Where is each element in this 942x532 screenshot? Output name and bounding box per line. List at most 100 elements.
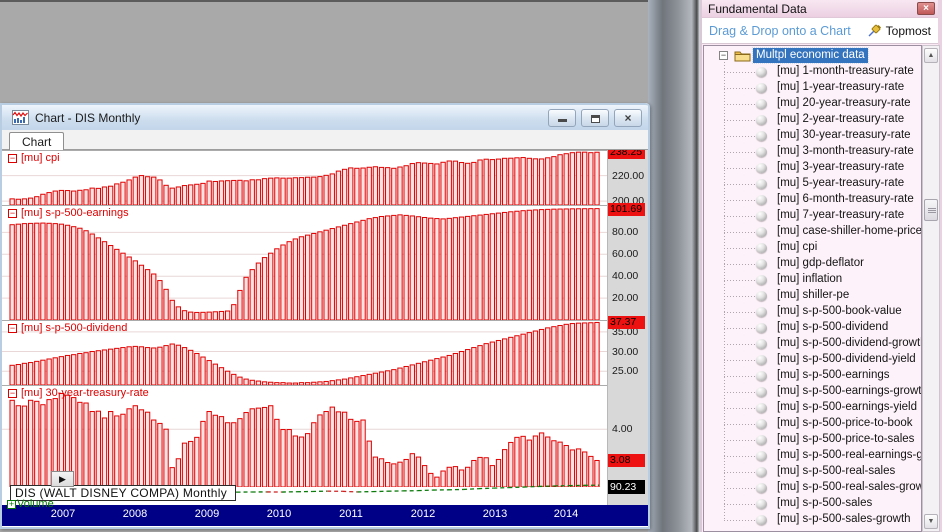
bar xyxy=(514,335,520,385)
topmost-button[interactable]: Topmost xyxy=(867,24,931,38)
scroll-thumb[interactable] xyxy=(924,199,938,221)
restore-button[interactable] xyxy=(581,109,609,127)
chart-window-title: Chart - DIS Monthly xyxy=(35,110,141,125)
bar xyxy=(305,234,311,320)
list-item[interactable]: [mu] s-p-500-sales-growth xyxy=(704,512,921,528)
list-item[interactable]: [mu] 3-month-treasury-rate xyxy=(704,144,921,160)
bar xyxy=(268,405,274,487)
bar xyxy=(588,208,594,320)
list-item-label: [mu] 3-year-treasury-rate xyxy=(777,161,905,173)
bar xyxy=(538,432,545,487)
axis-tick-label: 30.00 xyxy=(612,345,639,358)
close-button[interactable]: × xyxy=(614,109,642,127)
bar xyxy=(421,162,428,205)
list-item[interactable]: [mu] 20-year-treasury-rate xyxy=(704,96,921,112)
data-series-icon xyxy=(756,227,767,237)
list-item[interactable]: [mu] case-shiller-home-price-index xyxy=(704,224,921,240)
list-item[interactable]: [mu] shiller-pe xyxy=(704,288,921,304)
bar xyxy=(224,370,231,385)
tree-branch xyxy=(724,248,756,249)
bar xyxy=(95,410,102,487)
bar xyxy=(101,417,108,487)
list-item[interactable]: [mu] 1-month-treasury-rate xyxy=(704,64,921,80)
list-item[interactable]: [mu] 5-year-treasury-rate xyxy=(704,176,921,192)
expand-icon[interactable]: + xyxy=(7,499,16,509)
last-value-tag: 238.25 xyxy=(608,150,645,160)
list-item[interactable]: [mu] 7-year-treasury-rate xyxy=(704,208,921,224)
bar xyxy=(194,436,200,487)
bar xyxy=(120,181,126,205)
collapse-icon[interactable]: − xyxy=(8,323,17,333)
bar xyxy=(243,412,249,487)
list-item-label: [mu] 1-month-treasury-rate xyxy=(777,65,914,77)
panel-titlebar[interactable]: Fundamental Data × xyxy=(702,0,938,18)
bar xyxy=(446,160,452,205)
list-item[interactable]: [mu] 6-month-treasury-rate xyxy=(704,192,921,208)
panel-close-button[interactable]: × xyxy=(917,2,935,15)
list-item[interactable]: [mu] 30-year-treasury-rate xyxy=(704,128,921,144)
bar xyxy=(569,152,576,205)
bar xyxy=(52,190,58,205)
bar xyxy=(46,192,52,205)
list-item[interactable]: [mu] cpi xyxy=(704,240,921,256)
tree-root-label[interactable]: Multpl economic data xyxy=(752,47,869,64)
collapse-icon[interactable]: − xyxy=(8,153,17,163)
bar xyxy=(329,228,335,320)
bar xyxy=(465,349,471,385)
scroll-up-button[interactable]: ▲ xyxy=(924,48,938,63)
list-item[interactable]: [mu] s-p-500-book-value xyxy=(704,304,921,320)
bar xyxy=(292,435,299,487)
list-item[interactable]: [mu] 2-year-treasury-rate xyxy=(704,112,921,128)
bar xyxy=(465,466,471,487)
axis-tick-label: 80.00 xyxy=(612,226,639,239)
tab-chart[interactable]: Chart xyxy=(9,132,65,151)
tab-strip: Chart xyxy=(2,130,648,151)
chart-window-titlebar[interactable]: Chart - DIS Monthly × xyxy=(2,103,648,130)
list-item[interactable]: [mu] s-p-500-real-sales-growth xyxy=(704,480,921,496)
list-item[interactable]: [mu] s-p-500-real-earnings-growth xyxy=(704,448,921,464)
list-item[interactable]: [mu] s-p-500-earnings xyxy=(704,368,921,384)
collapse-icon[interactable]: − xyxy=(8,208,17,218)
play-button[interactable]: ▶ xyxy=(51,471,74,487)
volume-label-text: Volume xyxy=(17,498,54,510)
tree-branch xyxy=(724,152,756,153)
bar xyxy=(551,156,557,205)
list-item-label: [mu] s-p-500-book-value xyxy=(777,305,902,317)
list-item[interactable]: [mu] gdp-deflator xyxy=(704,256,921,272)
list-item[interactable]: [mu] s-p-500-sales xyxy=(704,496,921,512)
bar xyxy=(169,187,175,205)
list-item[interactable]: [mu] s-p-500-earnings-growth xyxy=(704,384,921,400)
bar xyxy=(64,190,71,205)
bar xyxy=(366,373,372,385)
list-item[interactable]: [mu] s-p-500-dividend-yield xyxy=(704,352,921,368)
plot-area[interactable]: − [mu] cpi − [mu] s-p-500-earnings − [mu] s-p… xyxy=(2,150,607,505)
tree-scrollbar[interactable]: ▲ ▼ xyxy=(922,45,940,532)
list-item[interactable]: [mu] s-p-500-earnings-yield xyxy=(704,400,921,416)
collapse-icon[interactable]: − xyxy=(8,388,17,398)
volume-toggle[interactable]: + Volume xyxy=(7,498,54,510)
bar xyxy=(27,222,34,320)
list-item[interactable]: [mu] 1-year-treasury-rate xyxy=(704,80,921,96)
list-item[interactable]: [mu] s-p-500-price-to-book xyxy=(704,416,921,432)
list-item[interactable]: [mu] s-p-500-dividend xyxy=(704,320,921,336)
list-item[interactable]: [mu] s-p-500-dividend-growth xyxy=(704,336,921,352)
bar xyxy=(126,346,132,385)
list-item[interactable]: [mu] s-p-500-price-to-sales xyxy=(704,432,921,448)
bar xyxy=(114,347,120,385)
list-item[interactable]: [mu] s-p-500-real-sales xyxy=(704,464,921,480)
bar xyxy=(77,227,83,320)
bar xyxy=(21,223,28,320)
list-item[interactable]: [mu] inflation xyxy=(704,272,921,288)
tree-branch xyxy=(724,312,756,313)
bar xyxy=(385,462,391,487)
collapse-icon[interactable]: − xyxy=(719,51,728,60)
minimize-button[interactable] xyxy=(548,109,576,127)
bar xyxy=(120,413,126,487)
bar xyxy=(372,372,379,385)
list-item[interactable]: [mu] 3-year-treasury-rate xyxy=(704,160,921,176)
bar xyxy=(138,264,145,320)
scroll-down-button[interactable]: ▼ xyxy=(924,514,938,529)
bar xyxy=(163,288,169,320)
year-tick-label: 2007 xyxy=(50,508,76,520)
bar xyxy=(415,216,422,320)
